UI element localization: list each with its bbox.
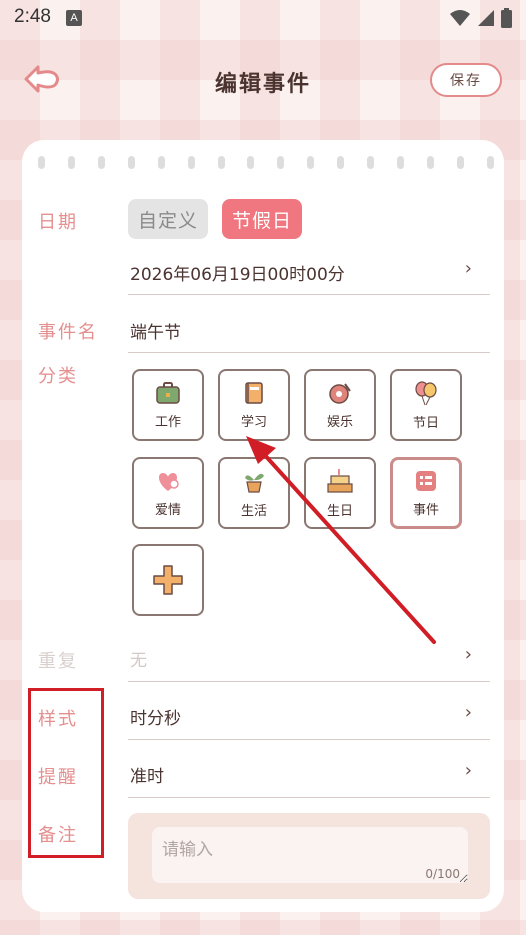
category-love[interactable]: 爱情 xyxy=(132,457,204,529)
record-icon xyxy=(329,382,351,404)
repeat-label: 重复 xyxy=(38,651,78,672)
battery-icon xyxy=(501,8,512,28)
notebook-ticks xyxy=(36,156,496,169)
category-label-text: 学习 xyxy=(240,414,267,430)
date-value: 2026年06月19日00时00分 xyxy=(130,265,345,285)
chevron-right-icon: › xyxy=(464,644,472,665)
category-birthday[interactable]: 生日 xyxy=(304,457,376,529)
chevron-right-icon: › xyxy=(464,760,472,781)
category-label-text: 生日 xyxy=(326,503,353,519)
notes-input[interactable] xyxy=(152,827,468,883)
add-category-button[interactable] xyxy=(132,544,204,616)
book-icon xyxy=(245,381,263,404)
category-life[interactable]: 生活 xyxy=(218,457,290,529)
event-name-row[interactable]: 端午节 xyxy=(128,312,490,353)
category-label: 分类 xyxy=(38,366,78,387)
balloon-icon xyxy=(415,380,437,405)
heart-icon xyxy=(158,472,179,491)
cake-icon xyxy=(327,468,353,493)
style-row[interactable]: 时分秒 › xyxy=(128,698,490,740)
category-study[interactable]: 学习 xyxy=(218,369,290,441)
save-button[interactable]: 保存 xyxy=(430,63,502,97)
notes-container: 0/100 xyxy=(128,813,490,899)
category-label-text: 工作 xyxy=(154,414,181,430)
category-work[interactable]: 工作 xyxy=(132,369,204,441)
signal-icon xyxy=(478,10,494,26)
reminder-row[interactable]: 准时 › xyxy=(128,756,490,798)
notes-counter: 0/100 xyxy=(425,867,460,881)
category-event[interactable]: 事件 xyxy=(390,457,462,529)
category-festival[interactable]: 节日 xyxy=(390,369,462,441)
status-icons xyxy=(449,8,512,28)
event-name-label: 事件名 xyxy=(38,322,98,343)
style-value: 时分秒 xyxy=(130,709,181,729)
notification-icon: A xyxy=(66,10,82,26)
repeat-row[interactable]: 无 › xyxy=(128,640,490,682)
category-label-text: 事件 xyxy=(412,502,439,518)
date-type-holiday[interactable]: 节假日 xyxy=(222,199,302,239)
repeat-value: 无 xyxy=(130,651,147,671)
chevron-right-icon: › xyxy=(464,702,472,723)
category-label-text: 娱乐 xyxy=(326,414,353,430)
date-row[interactable]: 2026年06月19日00时00分 › xyxy=(128,252,490,295)
reminder-value: 准时 xyxy=(130,767,164,787)
category-entertainment[interactable]: 娱乐 xyxy=(304,369,376,441)
category-label-text: 生活 xyxy=(240,503,267,519)
category-label-text: 节日 xyxy=(412,415,439,431)
category-label-text: 爱情 xyxy=(154,502,181,518)
annotation-highlight-box xyxy=(28,688,104,858)
date-type-custom[interactable]: 自定义 xyxy=(128,199,208,239)
status-bar: 2:48 A xyxy=(0,0,526,36)
date-label: 日期 xyxy=(38,212,78,233)
event-icon xyxy=(416,470,436,491)
chevron-right-icon: › xyxy=(464,258,472,279)
briefcase-icon xyxy=(156,381,180,404)
wifi-icon xyxy=(450,10,470,26)
header: 编辑事件 保存 xyxy=(0,50,526,110)
plant-icon xyxy=(245,473,264,493)
status-time: 2:48 xyxy=(14,6,51,27)
plus-icon xyxy=(153,565,183,595)
event-name-value: 端午节 xyxy=(130,323,181,343)
